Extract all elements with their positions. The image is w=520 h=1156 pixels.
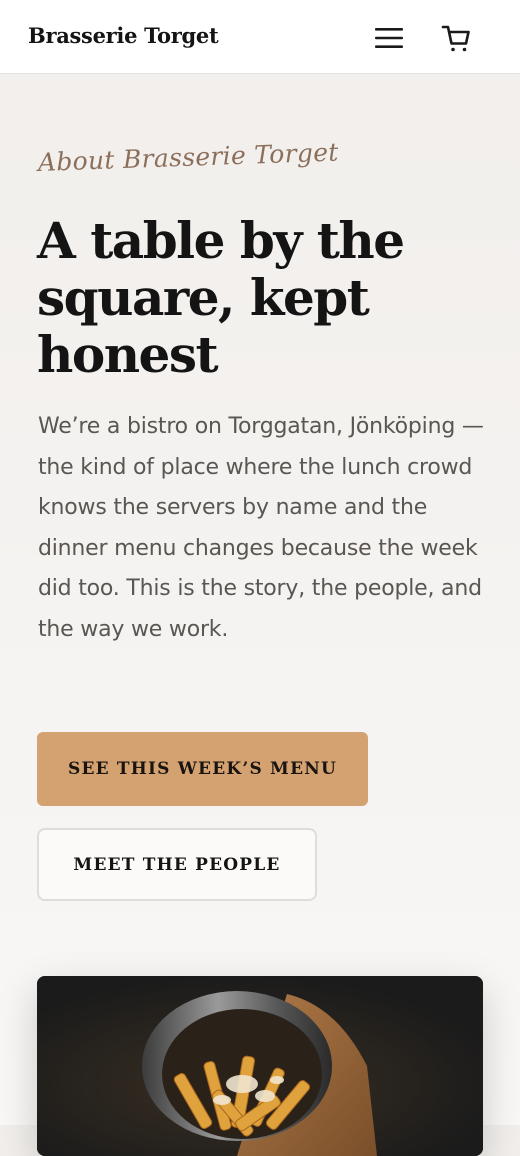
food-photo [37,976,483,1156]
eyebrow-label: About Brasserie Torget [37,137,340,177]
intro-paragraph: We’re a bistro on Torggatan, Jönköping —… [38,414,484,642]
cart-button[interactable] [436,18,476,58]
hamburger-menu-icon [375,28,403,48]
menu-button[interactable] [370,20,408,56]
fries-bucket-image [37,976,483,1156]
see-menu-button[interactable]: SEE THIS WEEK’S MENU [37,732,368,806]
shopping-cart-icon [441,25,470,52]
site-header: Brasserie Torget [0,0,520,74]
brand-logo[interactable]: Brasserie Torget [28,20,219,52]
page-title: A table by the square, kept honest [37,211,405,384]
meet-people-button[interactable]: MEET THE PEOPLE [37,828,317,901]
